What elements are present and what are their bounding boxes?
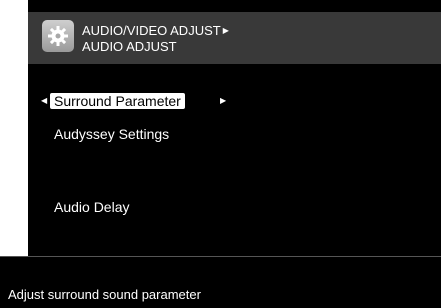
osd-screen: AUDIO/VIDEO ADJUST ▶ AUDIO ADJUST ◀ Surro… xyxy=(28,0,441,256)
caret-right-icon[interactable]: ▶ xyxy=(220,96,226,106)
menu-item-audio-delay[interactable]: Audio Delay xyxy=(54,199,130,216)
breadcrumb-arrow-icon: ▶ xyxy=(222,26,229,35)
page-title: AUDIO ADJUST xyxy=(82,39,177,54)
breadcrumb-parent: AUDIO/VIDEO ADJUST ▶ xyxy=(82,23,229,38)
header-bar: AUDIO/VIDEO ADJUST ▶ AUDIO ADJUST xyxy=(28,12,441,64)
caret-left-icon[interactable]: ◀ xyxy=(41,96,47,106)
gear-icon-graphic xyxy=(48,26,68,46)
menu-item-audyssey-settings[interactable]: Audyssey Settings xyxy=(54,126,169,143)
breadcrumb-parent-label: AUDIO/VIDEO ADJUST xyxy=(82,23,221,38)
menu-item-surround-parameter[interactable]: Surround Parameter xyxy=(50,93,185,109)
help-bar: Adjust surround sound parameter xyxy=(0,256,441,308)
gear-icon xyxy=(42,20,74,52)
help-text: Adjust surround sound parameter xyxy=(8,287,201,302)
